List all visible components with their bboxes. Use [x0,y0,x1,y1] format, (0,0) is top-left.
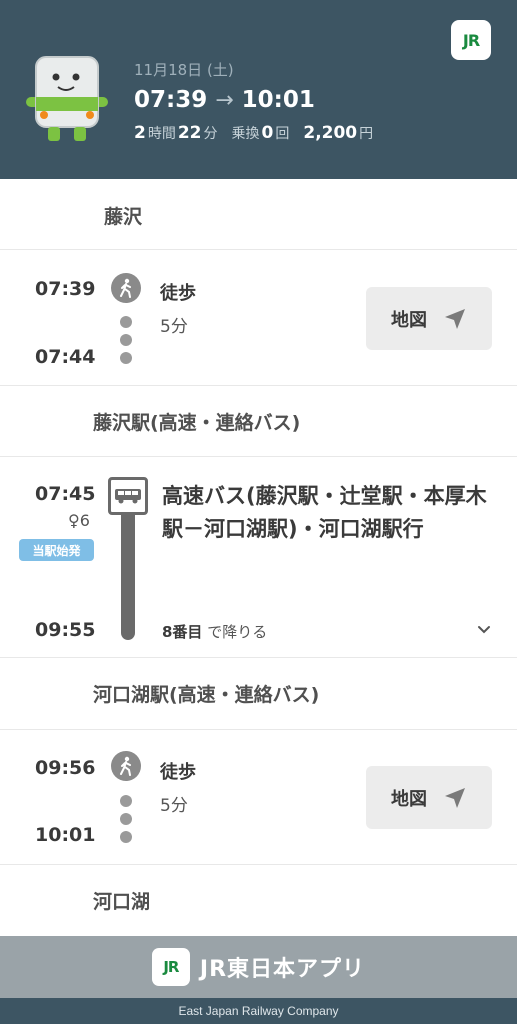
walk1-arrive-time: 07:44 [35,346,96,368]
divider [0,729,517,730]
app-banner[interactable]: JR JR東日本アプリ [0,936,517,998]
navigation-arrow-icon [445,787,465,808]
walk2-map-button[interactable]: 地図 [366,766,492,829]
stops-count: 8番目 [162,623,203,641]
bus-arrive-time: 09:55 [35,619,96,641]
jr-logo-text: JR [462,30,480,50]
navigation-arrow-icon [445,308,465,329]
divider [0,864,517,865]
route-dot [120,831,132,843]
route-dot [120,813,132,825]
mascot-icon [26,56,108,141]
walk1-duration: 5分 [160,317,188,337]
trip-times: 07:39 → 10:01 [134,87,315,113]
map-button-label: 地図 [391,309,427,331]
fare-unit: 円 [359,126,374,142]
transfers-count: 0 [261,123,274,143]
chevron-down-icon[interactable] [476,622,492,638]
bus-depart-time: 07:45 [35,483,96,505]
bus-stops-info[interactable]: 8番目 で降りる [162,621,267,642]
jr-app-logo-text: JR [163,958,179,976]
walking-person-icon [111,273,141,303]
right-arrow-icon: → [215,87,234,113]
fare: 2,200 [303,123,358,143]
walk2-mode: 徒歩 [160,762,196,783]
bus-platform: ♀6 [68,511,90,530]
hours-unit: 時間 [147,126,176,142]
route-summary-header: 11月18日 (土) 07:39 → 10:01 2 時間 22 分 乗換 0 … [0,0,517,179]
divider [0,657,517,658]
jr-app-logo: JR [151,948,190,986]
divider [0,456,517,457]
app-name: JR東日本アプリ [199,957,366,982]
map-button-label: 地図 [391,788,427,810]
walk1-depart-time: 07:39 [35,278,96,300]
walk2-arrive-time: 10:01 [35,824,96,846]
bus-route-line [121,514,135,640]
walk1-mode: 徒歩 [160,283,196,304]
trip-date: 11月18日 (土) [134,61,234,79]
person-pin-icon: ♀ [68,511,80,530]
route-dot [120,352,132,364]
walk2-depart-time: 09:56 [35,757,96,779]
jr-logo-button[interactable]: JR [451,20,491,60]
transfers-unit: 回 [275,126,290,142]
depart-time: 07:39 [134,87,208,113]
transfers-label: 乗換 [231,126,260,142]
walk1-map-button[interactable]: 地図 [366,287,492,350]
end-station: 河口湖 [93,891,151,913]
bus-icon [108,477,148,515]
divider [0,385,517,386]
duration-hours: 2 [134,123,146,143]
route-dot [120,316,132,328]
platform-number: 6 [79,511,90,530]
trip-summary: 2 時間 22 分 乗換 0 回 2,200 円 [134,123,373,143]
minutes-unit: 分 [203,126,218,142]
bus-route-title: 高速バス(藤沢駅・辻堂駅・本厚木駅－河口湖駅)・河口湖駅行 [162,484,487,541]
bus-start-station: 藤沢駅(高速・連絡バス) [93,412,301,434]
origin-badge: 当駅始発 [19,539,94,561]
arrive-time: 10:01 [241,87,315,113]
stops-suffix: で降りる [207,623,268,641]
divider [0,249,517,250]
bus-end-station: 河口湖駅(高速・連絡バス) [93,684,320,706]
duration-minutes: 22 [177,123,202,143]
company-name: East Japan Railway Company [0,998,517,1024]
start-station: 藤沢 [104,206,143,228]
walk2-duration: 5分 [160,796,188,816]
route-dot [120,795,132,807]
route-dot [120,334,132,346]
walking-person-icon [111,751,141,781]
